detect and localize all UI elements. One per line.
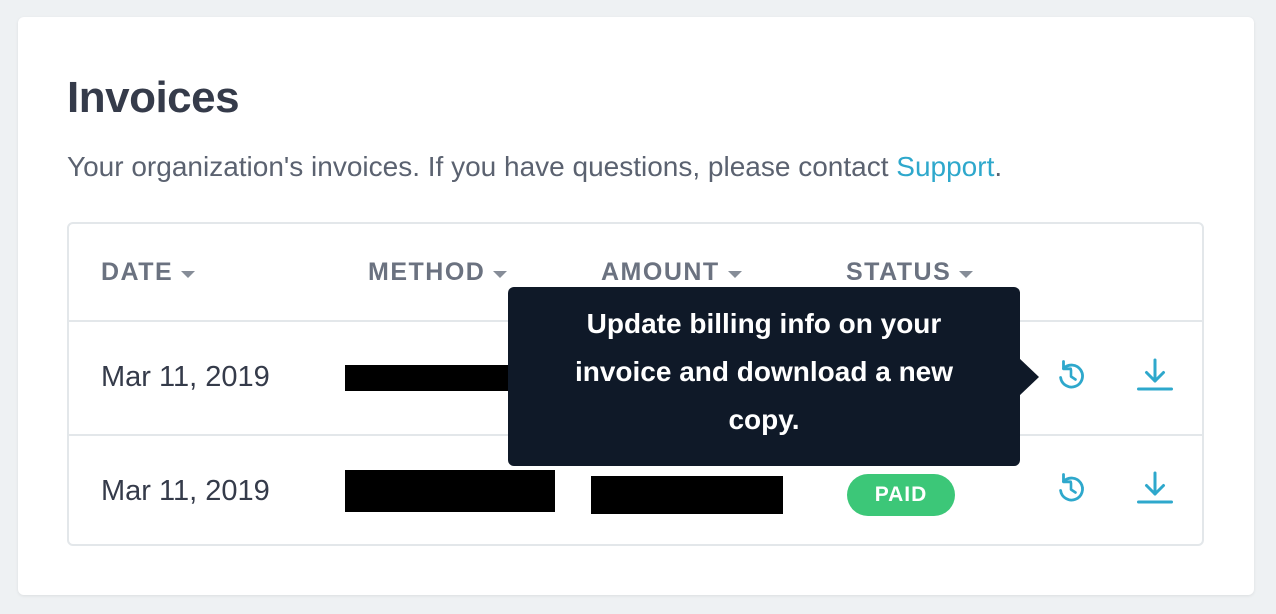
- status-badge: PAID: [847, 474, 955, 516]
- column-header-amount[interactable]: AMOUNT: [601, 258, 742, 287]
- invoice-date: Mar 11, 2019: [101, 475, 270, 507]
- column-header-label: AMOUNT: [601, 258, 720, 286]
- support-link[interactable]: Support: [896, 151, 994, 182]
- regenerate-tooltip: Update billing info on your invoice and …: [508, 287, 1020, 466]
- column-header-status[interactable]: STATUS: [846, 258, 974, 287]
- regenerate-invoice-button[interactable]: [1051, 355, 1091, 395]
- column-header-date[interactable]: DATE: [101, 258, 196, 287]
- column-header-label: METHOD: [368, 258, 486, 286]
- redacted-method: [345, 470, 555, 512]
- column-header-label: DATE: [101, 258, 174, 286]
- invoice-date: Mar 11, 2019: [101, 361, 270, 393]
- regenerate-icon: [1059, 360, 1084, 389]
- sort-caret-icon: [181, 270, 196, 278]
- regenerate-invoice-button[interactable]: [1051, 468, 1091, 508]
- redacted-method: [345, 365, 517, 391]
- redacted-amount: [591, 476, 783, 514]
- download-icon: [1137, 358, 1173, 391]
- page-subtitle: Your organization's invoices. If you hav…: [67, 150, 1002, 184]
- sort-caret-icon: [727, 270, 742, 278]
- download-invoice-button[interactable]: [1135, 468, 1175, 508]
- subtitle-period: .: [994, 151, 1003, 182]
- download-invoice-button[interactable]: [1135, 355, 1175, 395]
- column-header-method[interactable]: METHOD: [368, 258, 508, 287]
- sort-caret-icon: [959, 270, 974, 278]
- sort-caret-icon: [493, 270, 508, 278]
- subtitle-text: Your organization's invoices. If you hav…: [67, 151, 897, 182]
- page-title: Invoices: [67, 73, 240, 122]
- download-icon: [1137, 471, 1173, 504]
- column-header-label: STATUS: [846, 258, 952, 286]
- regenerate-icon: [1059, 473, 1084, 502]
- tooltip-arrow: [1019, 358, 1039, 396]
